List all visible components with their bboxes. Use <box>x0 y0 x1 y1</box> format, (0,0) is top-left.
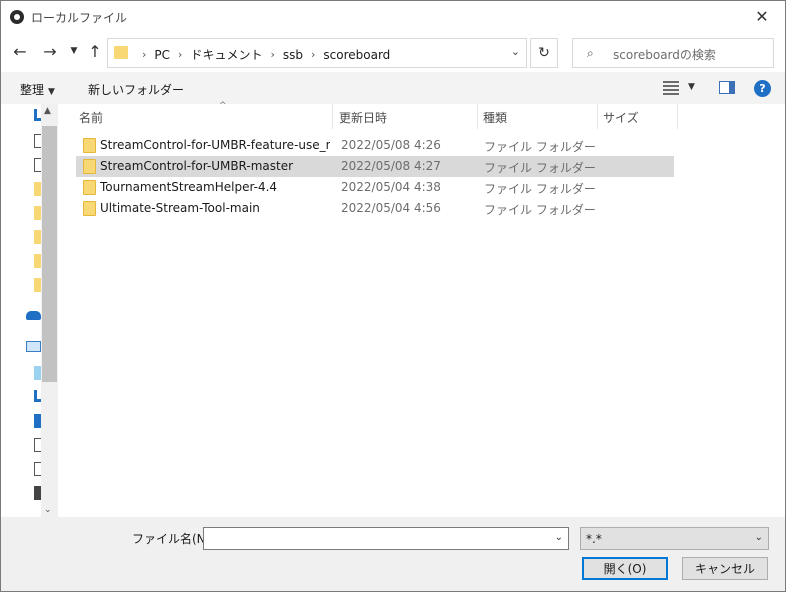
forward-button[interactable]: → <box>39 40 61 62</box>
search-box[interactable]: ⌕ scoreboardの検索 <box>572 38 774 68</box>
file-type: ファイル フォルダー <box>484 203 596 217</box>
folder-icon <box>83 180 96 195</box>
sort-up-icon: ^ <box>219 101 227 111</box>
address-bar[interactable]: › PC › ドキュメント › ssb › scoreboard ⌄ <box>107 38 527 68</box>
file-name: TournamentStreamHelper-4.4 <box>100 180 278 194</box>
recent-locations-button[interactable]: ▼ <box>63 40 85 62</box>
file-type: ファイル フォルダー <box>484 161 596 175</box>
file-list: ^ 名前 更新日時 種類 サイズ StreamControl-for-UMBR-… <box>59 101 785 517</box>
chevron-down-icon: ▼ <box>70 46 78 56</box>
chevron-right-icon: › <box>310 48 316 61</box>
column-header-type[interactable]: 種類 <box>483 104 598 129</box>
file-type: ファイル フォルダー <box>484 182 596 196</box>
search-icon: ⌕ <box>587 46 594 60</box>
file-name: StreamControl-for-UMBR-feature-use_nu... <box>100 138 330 152</box>
window-title: ローカルファイル <box>31 11 128 25</box>
dialog-footer: ファイル名(N): ⌄ *.* ⌄ 開く(O) キャンセル <box>1 517 785 591</box>
help-icon[interactable]: ? <box>754 80 771 97</box>
folder-icon <box>114 46 128 59</box>
file-date: 2022/05/04 4:56 <box>341 201 441 215</box>
file-name: StreamControl-for-UMBR-master <box>100 159 294 173</box>
file-type-filter[interactable]: *.* ⌄ <box>580 527 769 550</box>
chevron-down-icon: ▼ <box>48 87 55 97</box>
open-button[interactable]: 開く(O) <box>582 557 668 580</box>
view-options-icon[interactable] <box>663 81 681 95</box>
preview-pane-icon[interactable] <box>719 81 735 94</box>
chevron-down-icon: ⌄ <box>754 532 763 543</box>
organize-label: 整理 <box>20 83 45 97</box>
organize-menu[interactable]: 整理 ▼ <box>20 81 55 98</box>
breadcrumb-pc[interactable]: PC <box>154 48 170 62</box>
command-bar: 整理 ▼ 新しいフォルダー ▼ ? <box>1 72 785 104</box>
chevron-down-icon[interactable]: ▼ <box>688 82 695 92</box>
file-dialog: ローカルファイル ✕ ← → ▼ ↑ › PC › ドキュメント › ssb ›… <box>0 0 786 592</box>
close-button[interactable]: ✕ <box>739 1 785 32</box>
download-icon[interactable] <box>34 390 41 402</box>
refresh-button[interactable]: ↻ <box>530 38 558 68</box>
chevron-down-icon[interactable]: ⌄ <box>511 45 520 58</box>
cancel-button[interactable]: キャンセル <box>682 557 768 580</box>
up-button[interactable]: ↑ <box>84 40 106 62</box>
chevron-down-icon[interactable]: ⌄ <box>555 532 563 543</box>
breadcrumb-documents[interactable]: ドキュメント <box>190 46 262 63</box>
file-date: 2022/05/08 4:26 <box>341 138 441 152</box>
file-date: 2022/05/04 4:38 <box>341 180 441 194</box>
back-button[interactable]: ← <box>9 40 31 62</box>
arrow-left-icon: ← <box>13 41 27 61</box>
close-icon: ✕ <box>755 7 769 26</box>
chevron-right-icon: › <box>142 48 147 61</box>
breadcrumb-scoreboard[interactable]: scoreboard <box>323 48 390 62</box>
filename-field[interactable]: ⌄ <box>203 527 569 550</box>
onedrive-icon[interactable] <box>26 311 41 320</box>
pc-icon[interactable] <box>26 341 41 352</box>
title-bar: ローカルファイル ✕ <box>1 1 785 32</box>
breadcrumb: › PC › ドキュメント › ssb › scoreboard <box>134 46 390 63</box>
obs-app-icon <box>10 10 24 24</box>
download-icon[interactable] <box>34 109 41 121</box>
filter-value: *.* <box>586 532 602 546</box>
file-name: Ultimate-Stream-Tool-main <box>100 201 260 215</box>
scrollbar-thumb[interactable] <box>42 126 57 382</box>
folder-icon <box>83 201 96 216</box>
file-row[interactable]: Ultimate-Stream-Tool-main 2022/05/04 4:5… <box>76 198 674 219</box>
file-row[interactable]: StreamControl-for-UMBR-feature-use_nu...… <box>76 135 674 156</box>
column-header-size[interactable]: サイズ <box>603 104 678 129</box>
folder-icon <box>83 159 96 174</box>
column-header-name[interactable]: ^ 名前 <box>79 101 333 129</box>
file-row-selected[interactable]: StreamControl-for-UMBR-master 2022/05/08… <box>76 156 674 177</box>
navigation-bar: ← → ▼ ↑ › PC › ドキュメント › ssb › scoreboard… <box>1 32 785 72</box>
arrow-right-icon: → <box>43 41 57 61</box>
search-input[interactable]: scoreboardの検索 <box>613 46 716 63</box>
chevron-up-icon[interactable]: ▲ <box>44 106 51 116</box>
arrow-up-icon: ↑ <box>88 41 102 61</box>
file-date: 2022/05/08 4:27 <box>341 159 441 173</box>
chevron-down-icon[interactable]: ⌄ <box>44 505 52 515</box>
refresh-icon: ↻ <box>538 45 550 61</box>
nav-scrollbar[interactable]: ▲ ⌄ <box>41 104 58 517</box>
file-row[interactable]: TournamentStreamHelper-4.4 2022/05/04 4:… <box>76 177 674 198</box>
column-header-date[interactable]: 更新日時 <box>339 104 478 129</box>
chevron-right-icon: › <box>270 48 275 61</box>
chevron-right-icon: › <box>178 48 183 61</box>
breadcrumb-ssb[interactable]: ssb <box>283 48 303 62</box>
column-name-label: 名前 <box>79 111 104 125</box>
file-type: ファイル フォルダー <box>484 140 596 154</box>
new-folder-button[interactable]: 新しいフォルダー <box>88 81 184 98</box>
folder-icon <box>83 138 96 153</box>
